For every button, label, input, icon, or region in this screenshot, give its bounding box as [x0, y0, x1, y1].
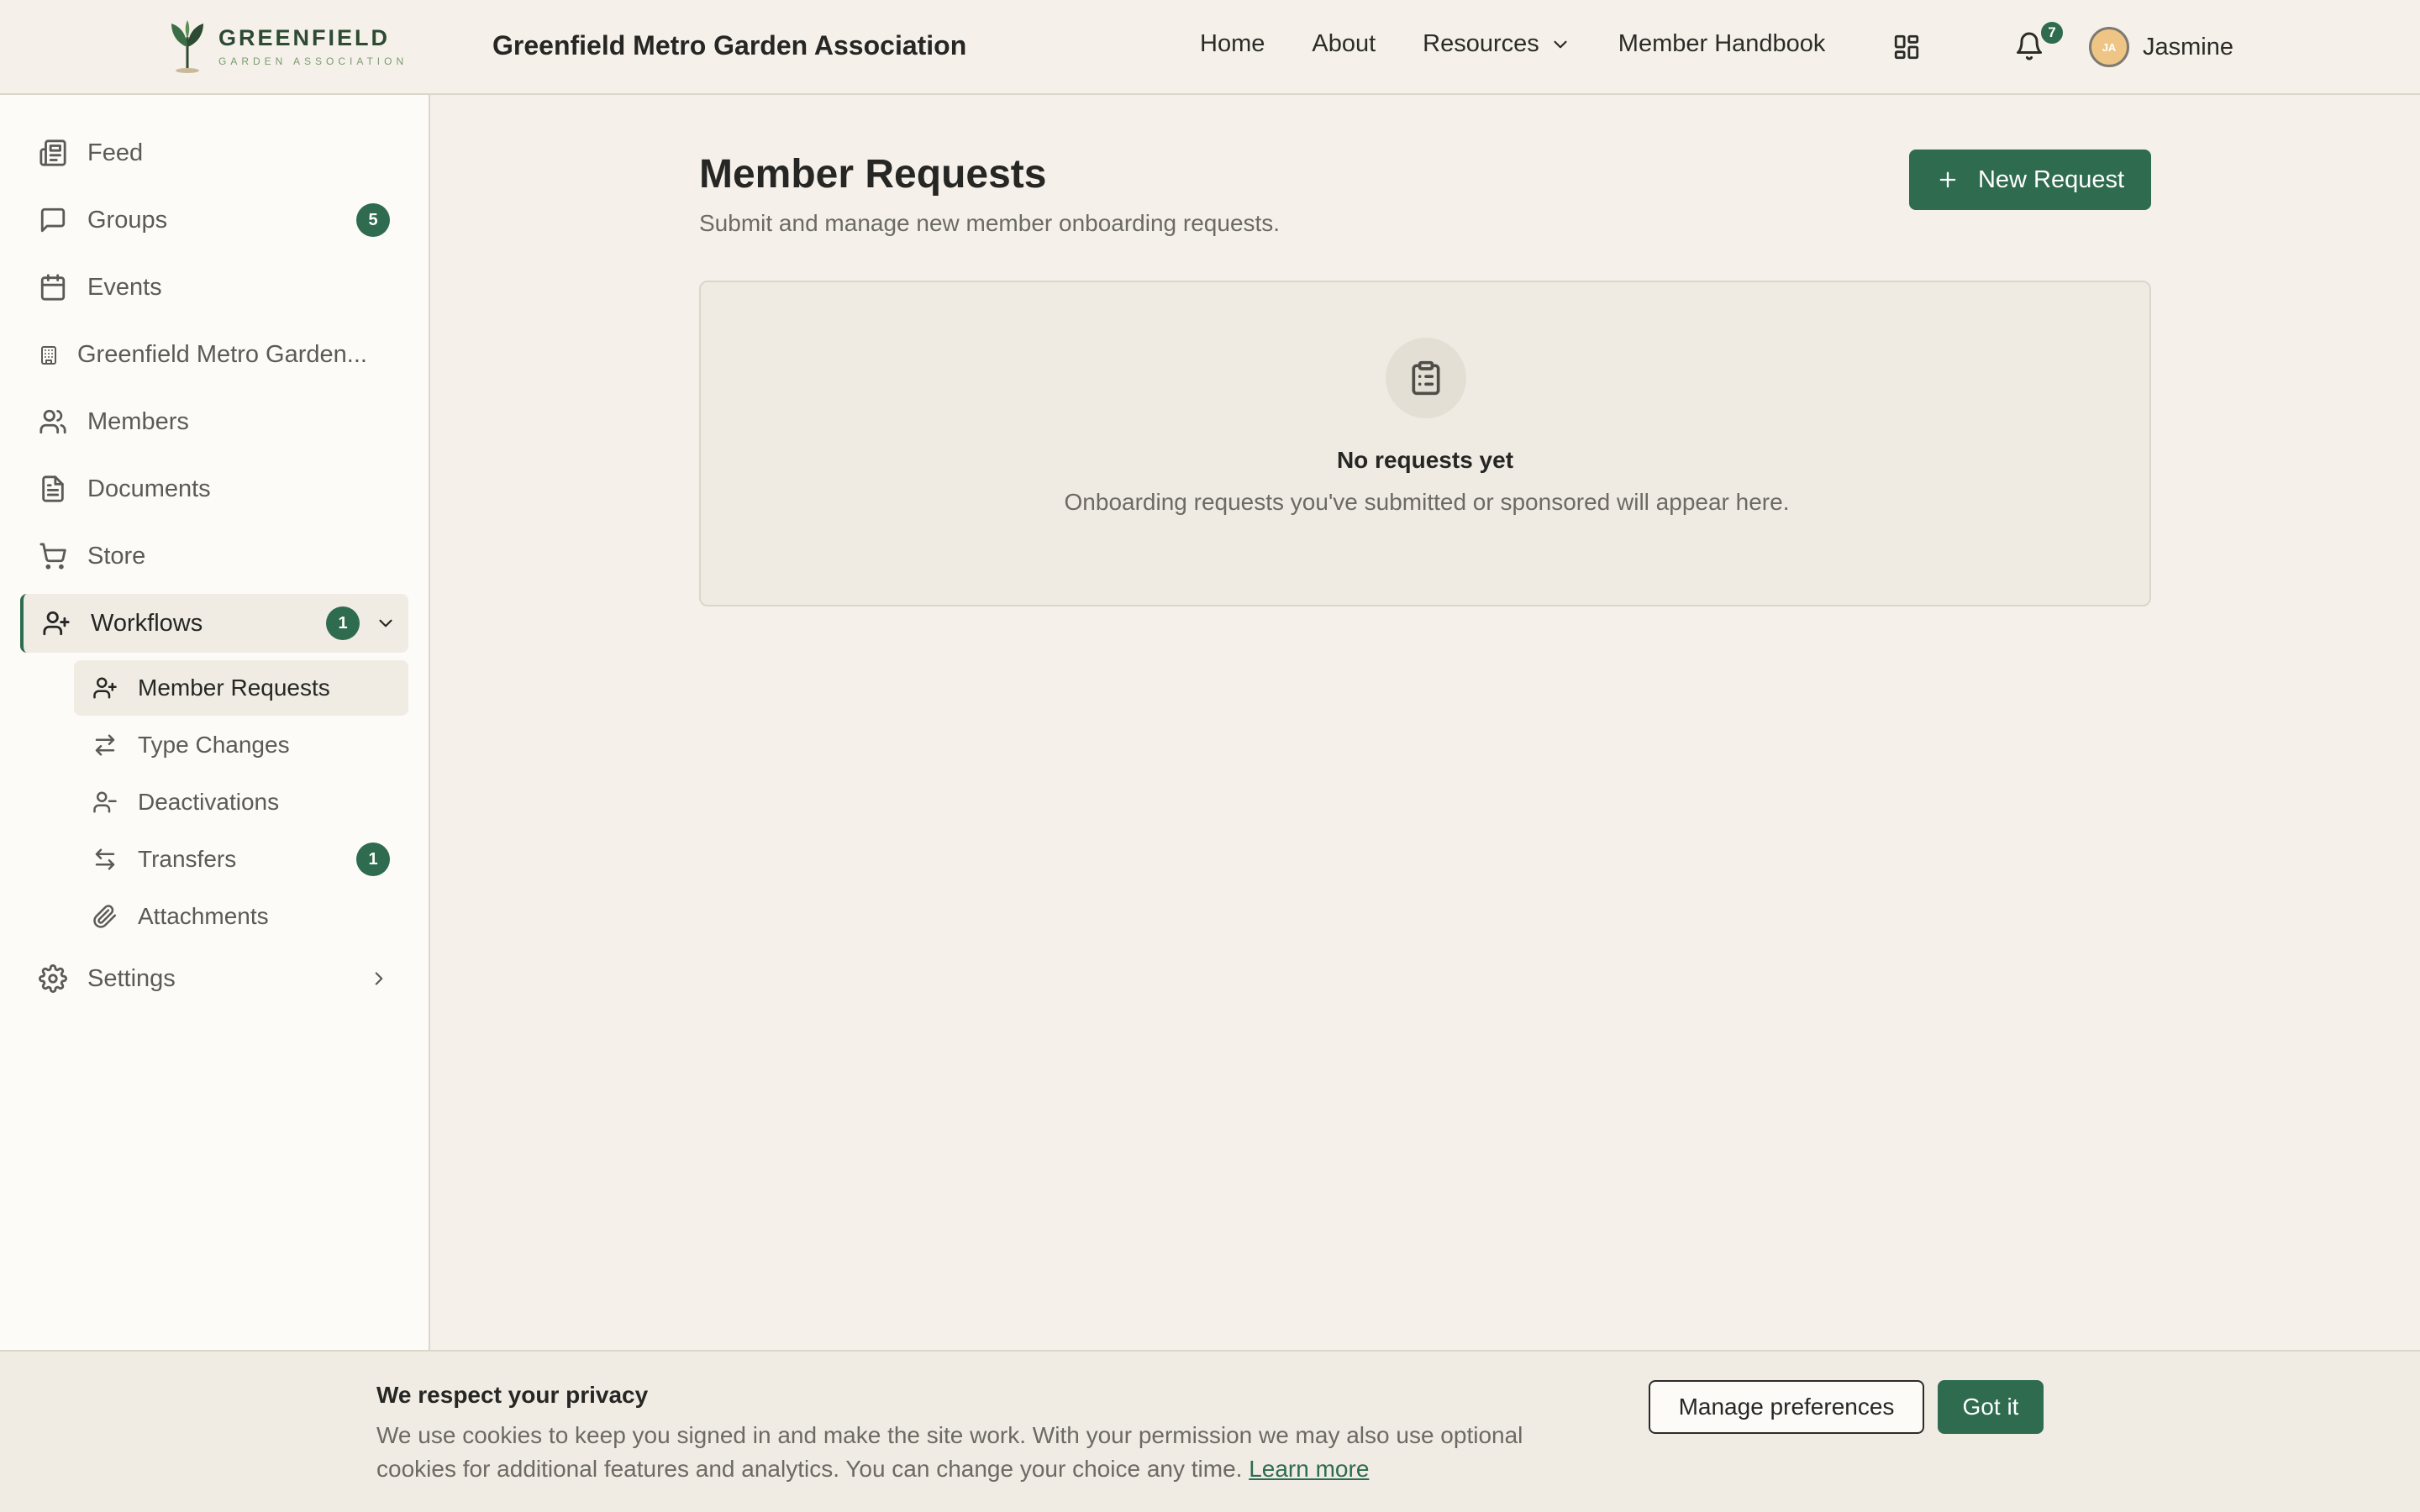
sidebar-item-label: Feed [87, 139, 144, 166]
cookie-banner: We respect your privacy We use cookies t… [0, 1350, 2420, 1512]
main-nav: Home About Resources Member Handbook [1200, 30, 1825, 58]
file-text-icon [39, 475, 67, 503]
sidebar-item-label: Workflows [91, 609, 203, 637]
sidebar-item-members[interactable]: Members [20, 392, 408, 451]
top-bar: GREENFIELD GARDEN ASSOCIATION Greenfield… [0, 0, 2420, 95]
sidebar-item-documents[interactable]: Documents [20, 459, 408, 518]
sidebar-item-settings[interactable]: Settings [20, 949, 408, 1008]
nav-resources-label: Resources [1423, 30, 1539, 57]
sidebar: Feed Groups 5 Events Greenfield Metro Ga… [0, 95, 430, 1350]
chevron-down-icon [1554, 40, 1567, 48]
notification-badge: 7 [2039, 19, 2065, 46]
sidebar-subitem-type-changes[interactable]: Type Changes [74, 717, 408, 773]
learn-more-link[interactable]: Learn more [1249, 1456, 1369, 1482]
sidebar-subitem-label: Transfers [138, 846, 237, 872]
sidebar-subitem-label: Deactivations [138, 789, 280, 815]
nav-home[interactable]: Home [1200, 30, 1265, 58]
page-title: Member Requests [699, 152, 1047, 197]
new-request-button[interactable]: New Request [1909, 150, 2151, 210]
sidebar-subitem-label: Member Requests [138, 675, 330, 701]
gear-icon [39, 964, 67, 993]
user-minus-icon [92, 790, 118, 815]
nav-resources[interactable]: Resources [1423, 30, 1571, 58]
sidebar-item-label: Store [87, 542, 146, 570]
workflows-badge: 1 [326, 606, 360, 640]
arrows-swap-icon [92, 732, 118, 758]
sidebar-item-label: Members [87, 407, 189, 435]
groups-badge: 5 [356, 203, 390, 237]
avatar: JA [2089, 27, 2129, 67]
sidebar-item-organization[interactable]: Greenfield Metro Garden... [20, 325, 408, 384]
sprout-logo-icon [171, 20, 203, 73]
user-plus-icon [42, 609, 71, 638]
transfers-badge: 1 [356, 843, 390, 876]
sidebar-item-feed[interactable]: Feed [20, 123, 408, 182]
chevron-down-icon[interactable] [375, 612, 397, 634]
plus-icon [1939, 171, 1956, 188]
users-icon [39, 407, 67, 436]
sidebar-item-events[interactable]: Events [20, 258, 408, 317]
grid-icon[interactable] [1892, 33, 1921, 61]
nav-member-handbook[interactable]: Member Handbook [1618, 30, 1826, 58]
empty-state-description: Onboarding requests you've submitted or … [1064, 489, 1790, 515]
logo[interactable]: GREENFIELD GARDEN ASSOCIATION [166, 18, 408, 74]
new-request-label: New Request [1977, 165, 2125, 193]
empty-state-card: No requests yet Onboarding requests you'… [699, 281, 2151, 606]
logo-name: GREENFIELD [218, 24, 391, 50]
empty-state-title: No requests yet [1336, 447, 1514, 473]
sidebar-subitem-transfers[interactable]: Transfers 1 [74, 832, 408, 887]
sidebar-item-label: Settings [87, 964, 176, 992]
sidebar-item-groups[interactable]: Groups 5 [20, 191, 408, 249]
calendar-icon [39, 273, 67, 302]
chevron-right-icon [375, 972, 383, 985]
user-name: Jasmine [2143, 33, 2233, 60]
logo-subtitle: GARDEN ASSOCIATION [218, 55, 408, 67]
sidebar-item-workflows[interactable]: Workflows 1 [20, 594, 408, 653]
manage-preferences-button[interactable]: Manage preferences [1649, 1380, 1924, 1434]
accept-cookies-button[interactable]: Got it [1938, 1380, 2044, 1434]
sidebar-subitem-member-requests[interactable]: Member Requests [74, 660, 408, 716]
sidebar-subitem-deactivations[interactable]: Deactivations [74, 774, 408, 830]
cookie-text: We use cookies to keep you signed in and… [376, 1419, 1603, 1486]
clipboard-icon [1412, 360, 1440, 396]
paperclip-icon [92, 904, 118, 929]
empty-state-icon-wrap [1386, 338, 1466, 418]
user-plus-icon [92, 675, 118, 701]
sidebar-subitem-attachments[interactable]: Attachments [74, 889, 408, 944]
nav-about[interactable]: About [1312, 30, 1376, 58]
arrows-transfer-icon [92, 847, 118, 872]
sidebar-item-label: Documents [87, 475, 211, 502]
sidebar-item-label: Events [87, 273, 162, 301]
message-square-icon [39, 206, 67, 234]
shopping-cart-icon [39, 542, 67, 570]
sidebar-subitem-label: Type Changes [138, 732, 290, 758]
user-menu[interactable]: JA Jasmine [2089, 27, 2233, 67]
sidebar-item-label: Groups [87, 206, 168, 234]
building-icon [39, 344, 59, 365]
cookie-title: We respect your privacy [376, 1382, 649, 1408]
sidebar-subitem-label: Attachments [138, 903, 269, 929]
site-title[interactable]: Greenfield Metro Garden Association [492, 30, 966, 61]
page-subtitle: Submit and manage new member onboarding … [699, 210, 1281, 236]
sidebar-item-label: Greenfield Metro Garden... [77, 340, 367, 368]
newspaper-icon [39, 139, 67, 167]
sidebar-item-store[interactable]: Store [20, 527, 408, 585]
